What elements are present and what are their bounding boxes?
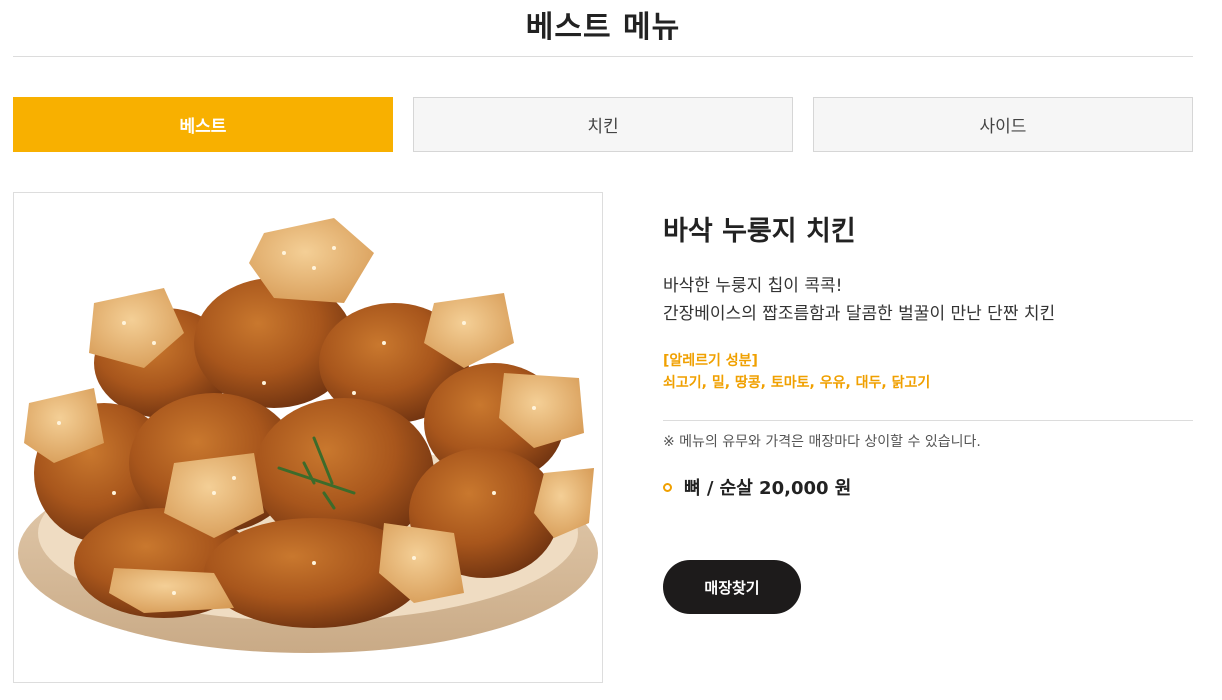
price-text: 뼈 / 순살 20,000 원 — [684, 478, 852, 499]
info-divider — [663, 420, 1193, 421]
tab-chicken[interactable]: 치킨 — [413, 97, 793, 152]
circle-bullet-icon — [663, 482, 672, 492]
fried-chicken-image — [18, 218, 598, 653]
title-divider — [13, 56, 1193, 57]
tab-side[interactable]: 사이드 — [813, 97, 1193, 152]
description-line-1: 바삭한 누룽지 칩이 콕콕! — [663, 276, 843, 296]
price-row: 뼈 / 순살 20,000 원 — [663, 474, 851, 500]
price-notice: ※ 메뉴의 유무와 가격은 매장마다 상이할 수 있습니다. — [663, 434, 981, 450]
menu-photo — [13, 192, 603, 683]
allergy-title: [알레르기 성분] — [663, 353, 758, 369]
find-store-button[interactable]: 매장찾기 — [663, 560, 801, 614]
menu-category-tabs: 베스트 치킨 사이드 — [13, 97, 1193, 152]
tab-best[interactable]: 베스트 — [13, 97, 393, 152]
menu-description: 바삭한 누룽지 칩이 콕콕! 간장베이스의 짭조름함과 달콤한 벌꿀이 만난 단… — [663, 272, 1193, 328]
allergy-info: [알레르기 성분] 쇠고기, 밀, 땅콩, 토마토, 우유, 대두, 닭고기 — [663, 350, 1193, 394]
menu-info: 바삭 누룽지 치킨 바삭한 누룽지 칩이 콕콕! 간장베이스의 짭조름함과 달콤… — [663, 214, 1193, 394]
page: 베스트 메뉴 베스트 치킨 사이드 바삭 누룽지 치킨 바삭한 누룽지 칩이 콕… — [0, 0, 1222, 700]
description-line-2: 간장베이스의 짭조름함과 달콤한 벌꿀이 만난 단짠 치킨 — [663, 304, 1056, 324]
menu-name: 바삭 누룽지 치킨 — [663, 216, 856, 247]
allergy-items: 쇠고기, 밀, 땅콩, 토마토, 우유, 대두, 닭고기 — [663, 375, 931, 391]
page-title: 베스트 메뉴 — [525, 10, 681, 45]
